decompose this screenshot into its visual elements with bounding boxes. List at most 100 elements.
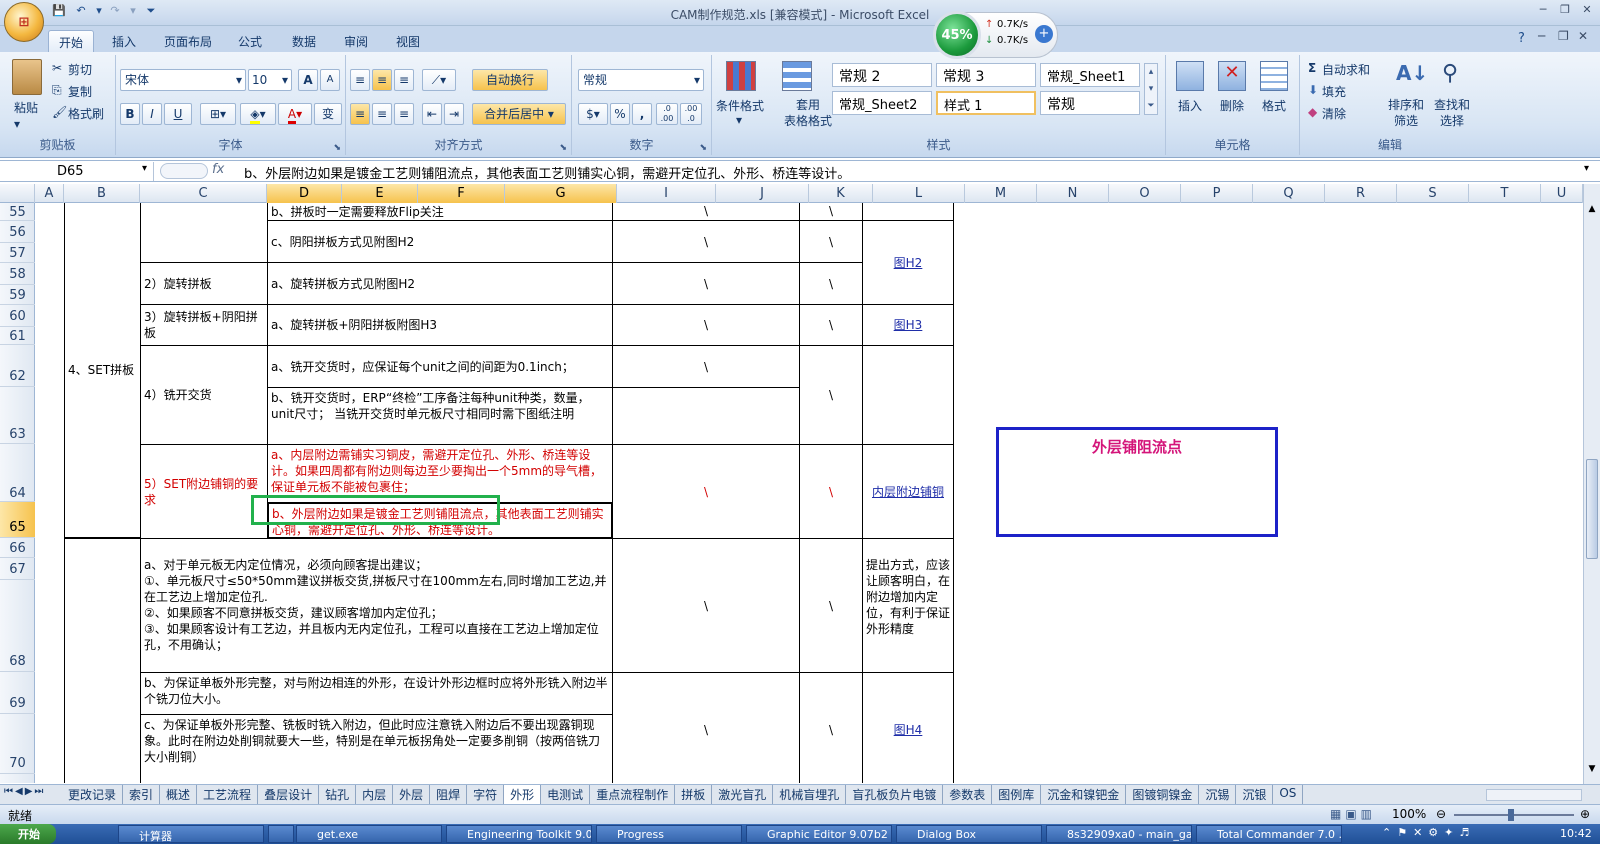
row-header-63[interactable]: 63 <box>0 387 35 444</box>
textbox-outer-layer-flow-points[interactable]: 外层铺阻流点 <box>996 427 1278 537</box>
sheet-nav-arrows-icon[interactable]: ⏮◀▶⏭ <box>4 786 45 797</box>
paste-button[interactable]: 粘贴 <box>14 99 38 116</box>
sheet-tab[interactable]: 外形 <box>504 785 542 804</box>
cell-i60[interactable]: \ <box>612 304 800 346</box>
paste-dropdown-icon[interactable]: ▾ <box>14 117 20 131</box>
decrease-decimal-button[interactable]: .00 .0 <box>680 103 702 125</box>
align-top-icon[interactable]: ≡ <box>350 69 370 91</box>
column-header-d[interactable]: D <box>267 184 342 203</box>
sheet-tab[interactable]: 字符 <box>467 785 505 804</box>
dialog-launcher-icon[interactable]: ⬊ <box>559 143 567 153</box>
cell-b-set-panel[interactable]: 4、SET拼板 <box>64 203 141 538</box>
view-mode-icons[interactable]: ▦▣▥ <box>1330 807 1376 821</box>
cell-i63[interactable] <box>612 387 800 445</box>
cell-c60[interactable]: 3）旋转拼板+阴阳拼板 <box>140 304 268 346</box>
row-header-66[interactable]: 66 <box>0 538 35 558</box>
row-header-58[interactable]: 58 <box>0 263 35 285</box>
plus-icon[interactable]: + <box>1035 25 1053 43</box>
row-header-69[interactable]: 69 <box>0 672 35 714</box>
name-box[interactable]: D65 <box>2 162 154 181</box>
tab-review[interactable]: 审阅 <box>334 30 378 52</box>
font-name-select[interactable]: 宋体 ▾ <box>120 69 246 91</box>
italic-button[interactable]: I <box>142 103 162 125</box>
minimize-icon[interactable]: ─ <box>1532 3 1554 19</box>
vertical-scrollbar[interactable]: ▲ ▼ <box>1583 184 1600 784</box>
sheet-tab[interactable]: 图例库 <box>992 785 1042 804</box>
column-header-s[interactable]: S <box>1397 184 1469 203</box>
sheet-tab[interactable]: 内层 <box>356 785 394 804</box>
style-normal-sheet2[interactable]: 常规_Sheet2 <box>832 91 932 115</box>
sheet-tab[interactable]: 钻孔 <box>319 785 357 804</box>
binoculars-icon[interactable]: ⚲ <box>1442 61 1468 91</box>
cell-i64[interactable]: \ <box>612 444 800 539</box>
tab-insert[interactable]: 插入 <box>102 30 146 52</box>
copy-button[interactable]: 复制 <box>68 83 92 100</box>
workbook-restore-icon[interactable]: ❐ <box>1558 29 1569 43</box>
conditional-format-icon[interactable] <box>726 61 756 91</box>
task-graphic-editor[interactable]: Graphic Editor 9.07b2 (... <box>746 825 892 843</box>
column-header-t[interactable]: T <box>1469 184 1541 203</box>
fill-icon[interactable]: ⬇ <box>1308 83 1318 97</box>
column-header-a[interactable]: A <box>35 184 64 203</box>
sort-filter-icon[interactable]: A↓ <box>1396 61 1428 91</box>
task-engineering-toolkit[interactable]: Engineering Toolkit 9.0... <box>446 825 592 843</box>
scrollbar-thumb[interactable] <box>1586 459 1598 559</box>
currency-icon[interactable]: $▾ <box>578 103 608 125</box>
column-header-f[interactable]: F <box>418 184 505 203</box>
percent-button[interactable]: % <box>610 103 630 125</box>
dialog-launcher-icon[interactable]: ⬊ <box>699 143 707 153</box>
column-header-i[interactable]: I <box>617 184 716 203</box>
conditional-format-button[interactable]: 条件格式 <box>716 97 764 114</box>
format-cells-button[interactable]: 格式 <box>1262 97 1286 114</box>
task-calculator[interactable]: 计算器 <box>118 825 264 843</box>
format-painter-icon[interactable]: 🖌 <box>52 105 67 119</box>
tab-view[interactable]: 视图 <box>386 30 430 52</box>
cell-d62[interactable]: a、铣开交货时，应保证每个unit之间的间距为0.1inch； <box>267 345 613 388</box>
scroll-down-icon[interactable]: ▼ <box>1586 764 1598 776</box>
column-header-j[interactable]: J <box>716 184 809 203</box>
align-left-icon[interactable]: ≡ <box>350 103 370 125</box>
tab-home[interactable]: 开始 <box>48 30 95 52</box>
cell-l62[interactable] <box>862 345 954 445</box>
cell-l66[interactable]: 提出方式，应该让顾客明白，在附边增加内定位，有利于保证外形精度 <box>862 538 954 673</box>
column-header-m[interactable]: M <box>965 184 1037 203</box>
increase-decimal-button[interactable]: .0 .00 <box>656 103 678 125</box>
sheet-tab[interactable]: OS <box>1273 785 1304 804</box>
sheet-tab[interactable]: 沉金和镍钯金 <box>1041 785 1127 804</box>
sheet-tab[interactable]: 激光盲孔 <box>712 785 774 804</box>
cell-k64[interactable]: \ <box>799 444 863 539</box>
sheet-tab[interactable]: 机械盲埋孔 <box>773 785 847 804</box>
sheet-tab[interactable]: 拼板 <box>675 785 713 804</box>
column-header-q[interactable]: Q <box>1253 184 1325 203</box>
cell-k58[interactable]: \ <box>799 262 863 305</box>
orientation-icon[interactable]: ⟋▾ <box>422 69 456 91</box>
name-box-dropdown-icon[interactable]: ▾ <box>142 163 147 174</box>
zoom-slider-thumb[interactable] <box>1508 809 1514 821</box>
cell-d63[interactable]: b、铣开交货时，ERP“终检”工序备注每种unit种类，数量，unit尺寸； 当… <box>267 387 613 445</box>
task-get-exe[interactable]: get.exe <box>296 825 442 843</box>
task-dialog-box[interactable]: Dialog Box <box>896 825 1042 843</box>
horizontal-scrollbar[interactable] <box>1486 789 1582 801</box>
zoom-out-icon[interactable]: ⊖ <box>1436 807 1446 821</box>
select-all-corner[interactable] <box>0 184 35 203</box>
cell-b66[interactable] <box>64 538 141 783</box>
cell-d55[interactable]: b、拼板时一定需要释放Flip关注 <box>267 203 613 221</box>
style-normal-3[interactable]: 常规 3 <box>936 63 1036 87</box>
row-header-56[interactable]: 56 <box>0 221 35 243</box>
align-center-icon[interactable]: ≡ <box>372 103 392 125</box>
sort-filter-button[interactable]: 排序和 筛选 <box>1388 97 1424 129</box>
worksheet-grid[interactable]: 4、SET拼板 b、拼板时一定需要释放Flip关注 \ \ c、阴阳拼板方式见附… <box>35 203 1583 783</box>
network-monitor-widget[interactable]: 45% ↑ 0.7K/s ↓ 0.7K/s + <box>933 11 1058 59</box>
sheet-tab[interactable]: 叠层设计 <box>258 785 320 804</box>
close-icon[interactable]: ✕ <box>1576 3 1598 19</box>
table-format-icon[interactable] <box>782 61 812 91</box>
link-inner-layer-copper[interactable]: 内层附边铺铜 <box>862 444 954 539</box>
sheet-tab[interactable]: 电测试 <box>541 785 591 804</box>
cell-k55[interactable]: \ <box>799 203 863 221</box>
column-header-k[interactable]: K <box>809 184 873 203</box>
sheet-tab[interactable]: 工艺流程 <box>197 785 259 804</box>
cell-c69[interactable]: b、为保证单板外形完整，对与附边相连的外形，在设计外形边框时应将外形铣入附边半个… <box>140 672 613 715</box>
zoom-slider[interactable] <box>1454 814 1574 816</box>
cell-d60[interactable]: a、旋转拼板+阴阳拼板附图H3 <box>267 304 613 346</box>
column-header-o[interactable]: O <box>1109 184 1181 203</box>
